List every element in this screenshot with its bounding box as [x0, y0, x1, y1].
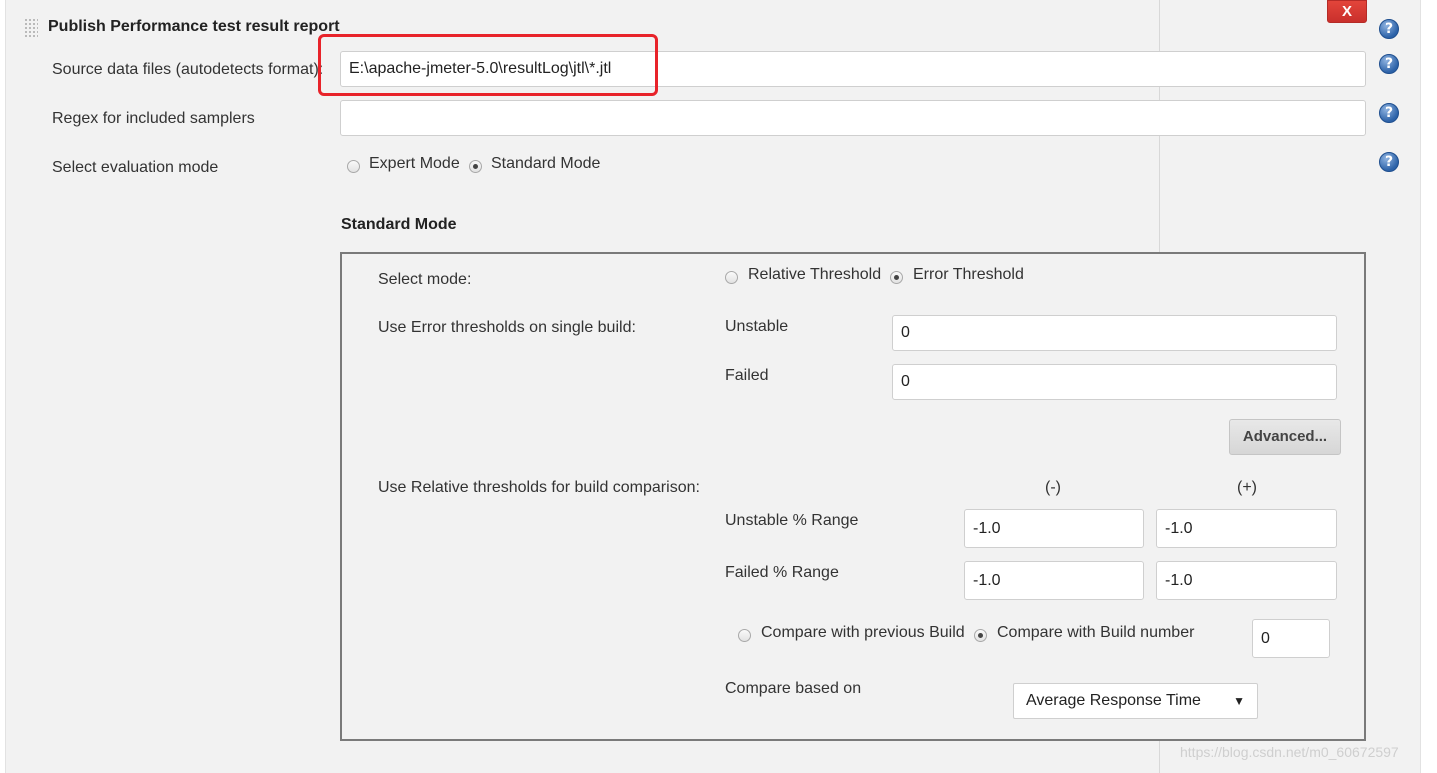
failed-range-minus-input[interactable]: -1.0 [964, 561, 1144, 600]
compare-previous-radio[interactable] [738, 629, 751, 642]
compare-based-select[interactable]: Average Response Time ▼ [1013, 683, 1258, 719]
relative-threshold-radio[interactable] [725, 271, 738, 284]
expert-mode-radio[interactable] [347, 160, 360, 173]
unstable-range-label: Unstable % Range [725, 512, 859, 529]
source-files-label: Source data files (autodetects format): [52, 61, 324, 78]
standard-mode-radio[interactable] [469, 160, 482, 173]
plus-column-header: (+) [1237, 479, 1257, 496]
chevron-down-icon: ▼ [1233, 694, 1245, 708]
build-number-input[interactable]: 0 [1252, 619, 1330, 658]
section-title: Publish Performance test result report [48, 18, 340, 35]
compare-previous-label[interactable]: Compare with previous Build [761, 624, 965, 642]
eval-mode-help-icon[interactable]: ? [1379, 152, 1399, 172]
drag-handle-icon[interactable] [24, 18, 38, 38]
minus-column-header: (-) [1045, 479, 1061, 496]
compare-based-label: Compare based on [725, 680, 862, 697]
regex-label: Regex for included samplers [52, 110, 255, 127]
source-help-icon[interactable]: ? [1379, 54, 1399, 74]
regex-help-icon[interactable]: ? [1379, 103, 1399, 123]
standard-mode-label[interactable]: Standard Mode [491, 155, 600, 173]
expert-mode-label[interactable]: Expert Mode [369, 155, 460, 173]
select-mode-label: Select mode: [378, 271, 472, 288]
help-icon[interactable]: ? [1379, 19, 1399, 39]
compare-build-number-label[interactable]: Compare with Build number [997, 624, 1194, 642]
source-files-input[interactable]: E:\apache-jmeter-5.0\resultLog\jtl\*.jtl [340, 51, 1366, 87]
eval-mode-label: Select evaluation mode [52, 159, 219, 176]
regex-input[interactable] [340, 100, 1366, 136]
advanced-button[interactable]: Advanced... [1229, 419, 1341, 455]
failed-range-plus-input[interactable]: -1.0 [1156, 561, 1337, 600]
failed-range-label: Failed % Range [725, 564, 839, 581]
compare-build-number-radio[interactable] [974, 629, 987, 642]
error-thresholds-label: Use Error thresholds on single build: [378, 319, 636, 336]
unstable-label: Unstable [725, 318, 789, 335]
compare-based-value: Average Response Time [1026, 692, 1201, 709]
error-threshold-label[interactable]: Error Threshold [913, 266, 1024, 284]
relative-thresholds-label: Use Relative thresholds for build compar… [378, 479, 700, 496]
relative-threshold-label[interactable]: Relative Threshold [748, 266, 881, 284]
delete-section-button[interactable]: X [1327, 0, 1367, 23]
unstable-threshold-input[interactable]: 0 [892, 315, 1337, 351]
unstable-range-minus-input[interactable]: -1.0 [964, 509, 1144, 548]
failed-label: Failed [725, 367, 769, 384]
unstable-range-plus-input[interactable]: -1.0 [1156, 509, 1337, 548]
failed-threshold-input[interactable]: 0 [892, 364, 1337, 400]
error-threshold-radio[interactable] [890, 271, 903, 284]
standard-mode-heading: Standard Mode [341, 216, 457, 233]
watermark-text: https://blog.csdn.net/m0_60672597 [1180, 744, 1399, 760]
